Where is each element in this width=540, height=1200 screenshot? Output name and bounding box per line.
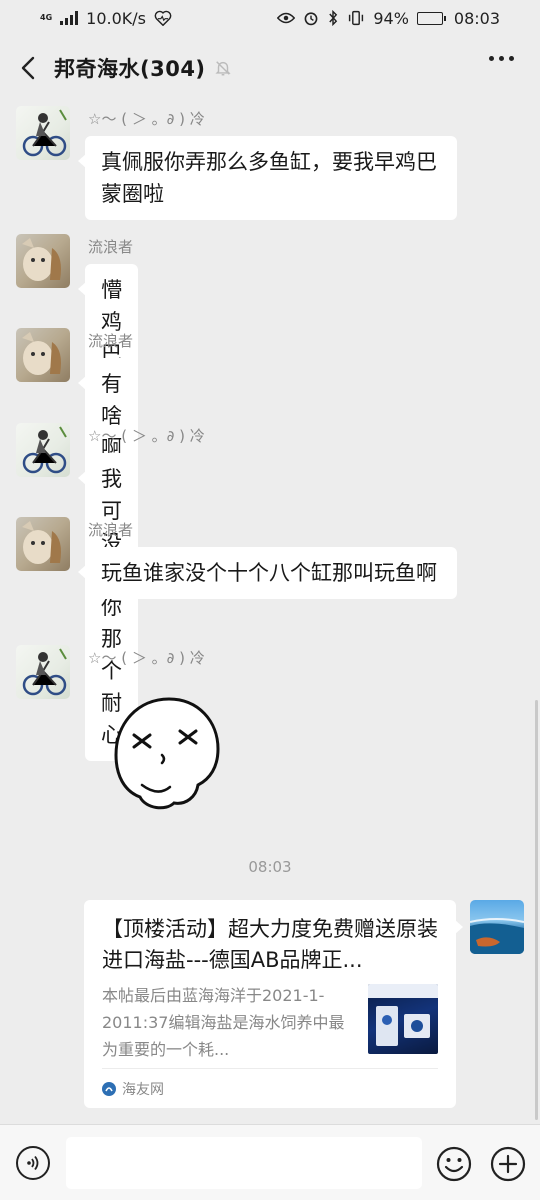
input-bar <box>0 1124 540 1200</box>
signal-icon <box>60 11 79 25</box>
scrollbar[interactable] <box>535 700 538 1120</box>
avatar[interactable] <box>16 234 70 288</box>
battery-icon <box>416 11 446 25</box>
sender-name: ☆～ ( ＞ 。∂ ) 冷 <box>88 649 205 667</box>
status-bar: 4G 10.0K/s 94% 08:03 <box>0 0 540 36</box>
sender-name: 流浪者 <box>88 521 134 539</box>
sender-name: ☆～ ( ＞ 。∂ ) 冷 <box>88 427 205 445</box>
link-card-title: 【顶楼活动】超大力度免费赠送原装进口海盐---德国AB品牌正... <box>102 917 438 972</box>
avatar[interactable] <box>16 645 70 699</box>
link-card[interactable]: 【顶楼活动】超大力度免费赠送原装进口海盐---德国AB品牌正... 本帖最后由蓝… <box>84 900 463 1108</box>
haiyou-logo-icon <box>102 1081 116 1096</box>
avatar[interactable] <box>16 328 70 382</box>
link-card-footer: 海友网 <box>102 1068 438 1108</box>
link-card-description: 本帖最后由蓝海海洋于2021-1-2011:37编辑海盐是海水饲养中最为重要的一… <box>102 986 345 1059</box>
chat-header: 邦奇海水(304) <box>0 36 540 100</box>
message-list[interactable]: ☆～ ( ＞ 。∂ ) 冷 真佩服你弄那么多鱼缸，要我早鸡巴蒙圈啦 流浪者 懵鸡… <box>0 100 540 1124</box>
message-bubble[interactable]: 真佩服你弄那么多鱼缸，要我早鸡巴蒙圈啦 <box>78 136 457 220</box>
embarrassed-face-sticker[interactable] <box>112 693 226 813</box>
bluetooth-icon <box>329 10 338 26</box>
avatar[interactable] <box>16 423 70 477</box>
network-speed: 10.0K/s <box>86 8 146 28</box>
eye-icon <box>277 12 296 24</box>
smiley-icon <box>436 1146 472 1182</box>
link-card-source: 海友网 <box>122 1081 164 1098</box>
avatar[interactable] <box>16 106 70 160</box>
more-options-button[interactable] <box>489 56 514 61</box>
message-input[interactable] <box>66 1137 422 1189</box>
sender-name: 流浪者 <box>88 332 134 350</box>
sender-name: 流浪者 <box>88 238 134 256</box>
voice-input-button[interactable] <box>16 1146 50 1180</box>
my-avatar[interactable] <box>470 900 524 954</box>
more-functions-button[interactable] <box>490 1146 526 1182</box>
message-bubble[interactable]: 玩鱼谁家没个十个八个缸那叫玩鱼啊 <box>78 547 457 599</box>
plus-icon <box>490 1146 526 1182</box>
vibrate-icon <box>349 10 364 26</box>
back-button[interactable] <box>16 48 40 88</box>
sender-name: ☆～ ( ＞ 。∂ ) 冷 <box>88 110 205 128</box>
health-heart-icon <box>154 10 172 26</box>
alarm-icon <box>304 12 318 26</box>
voice-icon <box>27 1155 39 1171</box>
battery-percent: 94% <box>373 8 409 28</box>
network-type: 4G <box>40 13 53 22</box>
avatar[interactable] <box>16 517 70 571</box>
message-timestamp: 08:03 <box>248 858 292 876</box>
mute-bell-icon <box>214 59 232 77</box>
link-card-thumbnail <box>368 984 438 1054</box>
chat-title: 邦奇海水(304) <box>54 57 206 81</box>
clock: 08:03 <box>453 8 500 28</box>
emoji-button[interactable] <box>436 1146 472 1182</box>
chevron-left-icon <box>21 56 35 80</box>
